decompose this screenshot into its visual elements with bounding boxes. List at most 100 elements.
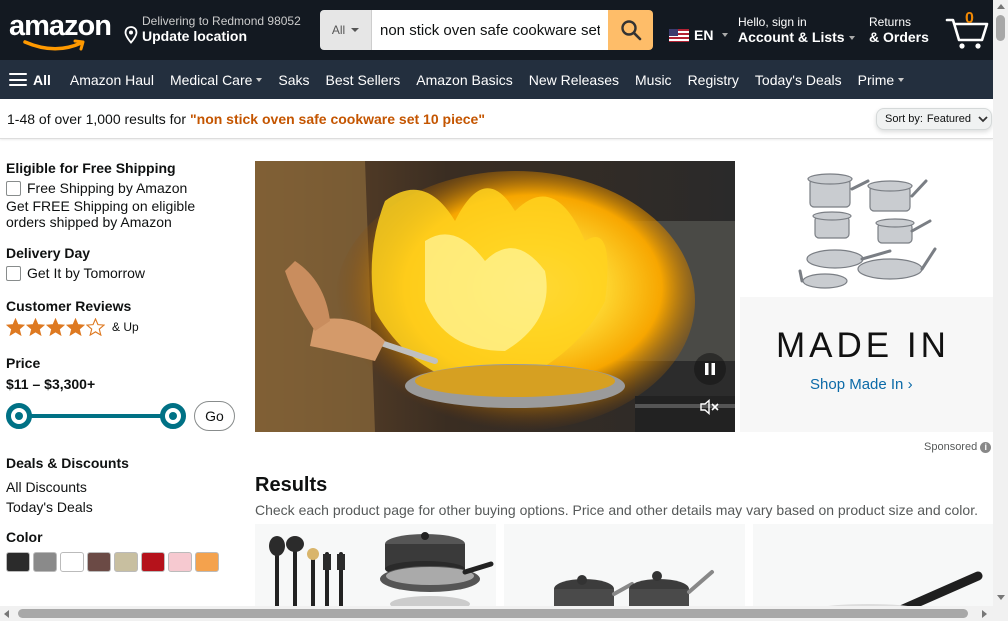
us-flag-icon [669,28,689,42]
all-menu-button[interactable]: All [9,72,51,88]
search-input[interactable] [372,10,608,50]
price-slider-min-handle[interactable] [6,403,32,429]
nav-item-music[interactable]: Music [635,72,672,88]
free-shipping-label: Free Shipping by Amazon [27,180,188,196]
vertical-scrollbar[interactable] [993,0,1008,621]
cart-count: 0 [965,10,974,27]
nav-item-best-sellers[interactable]: Best Sellers [326,72,401,88]
chevron-down-icon [978,115,988,122]
nav-item-registry[interactable]: Registry [688,72,739,88]
account-lists-row: Account & Lists [738,29,855,46]
location-line1: Delivering to Redmond 98052 [142,14,301,28]
scroll-left-arrow-icon[interactable] [4,610,9,618]
chevron-down-icon [898,77,905,82]
color-swatch[interactable] [195,552,219,572]
filter-heading-free-shipping: Eligible for Free Shipping [6,160,176,176]
nav-item-prime[interactable]: Prime [858,72,905,88]
top-nav: amazon Delivering to Redmond 98052 Updat… [0,0,993,60]
scroll-up-arrow-icon[interactable] [997,4,1005,9]
color-swatch[interactable] [141,552,165,572]
cart-button[interactable]: 0 [944,10,990,50]
delivery-location[interactable]: Delivering to Redmond 98052 Update locat… [124,14,301,48]
delivery-tomorrow-checkbox[interactable]: Get It by Tomorrow [6,265,238,281]
account-menu[interactable]: Hello, sign in Account & Lists [738,15,855,46]
checkbox-box[interactable] [6,180,21,196]
mute-button[interactable] [696,397,724,417]
amazon-search-page: amazon Delivering to Redmond 98052 Updat… [0,0,1008,621]
color-swatch[interactable] [168,552,192,572]
brand-ad[interactable]: MADE IN Shop Made In › [740,161,993,432]
cookware-image [740,161,993,297]
checkbox-box[interactable] [6,265,21,281]
price-slider-track[interactable] [19,414,173,418]
nav-item-label: Today's Deals [754,71,842,88]
product-card[interactable] [255,524,496,609]
color-swatches [6,552,226,572]
shop-made-in-link[interactable]: Shop Made In › [810,376,913,393]
reviews-suffix: & Up [112,320,139,334]
product-card[interactable] [753,524,994,609]
nav-item-amazon-basics[interactable]: Amazon Basics [416,72,512,88]
logo-text: amazon [9,10,112,42]
color-swatch[interactable] [114,552,138,572]
scroll-right-arrow-icon[interactable] [982,610,987,618]
nav-item-label: Amazon Basics [416,71,513,88]
vertical-scroll-thumb[interactable] [996,15,1005,41]
product-image [269,532,494,609]
product-image [818,571,983,609]
horizontal-scroll-thumb[interactable] [18,609,968,618]
sort-label: Sort by: [885,113,923,125]
nav-item-amazon-haul[interactable]: Amazon Haul [70,72,154,88]
free-shipping-checkbox[interactable]: Free Shipping by Amazon [6,180,238,196]
returns-line2: & Orders [869,29,929,45]
deal-link-todays-deals[interactable]: Today's Deals [6,497,238,517]
secondary-nav: All Amazon Haul Medical Care Saks Best S… [0,60,993,99]
results-subheading: Check each product page for other buying… [255,502,978,518]
nav-item-medical-care[interactable]: Medical Care [169,71,263,88]
go-label: Go [205,408,224,424]
horizontal-scrollbar[interactable] [0,606,993,621]
amazon-logo[interactable]: amazon [9,10,112,54]
nav-item-label: Medical Care [169,71,253,88]
location-pin-icon [124,26,138,44]
free-shipping-note: Get FREE Shipping on eligible orders shi… [6,198,196,230]
price-go-button[interactable]: Go [194,401,235,431]
price-slider-max-handle[interactable] [160,403,186,429]
reviews-4-up-link[interactable]: & Up [6,318,238,336]
smile-icon [23,39,85,51]
pause-icon [705,363,715,375]
all-menu-label: All [33,71,51,88]
color-swatch[interactable] [87,552,111,572]
nav-item-saks[interactable]: Saks [278,72,309,88]
pause-button[interactable] [694,353,726,385]
deal-link-all-discounts[interactable]: All Discounts [6,477,238,497]
returns-orders[interactable]: Returns & Orders [869,15,929,46]
product-card[interactable] [504,524,745,609]
scroll-down-arrow-icon[interactable] [997,595,1005,600]
nav-item-todays-deals[interactable]: Today's Deals [755,72,842,88]
results-info-bar: 1-48 of over 1,000 results for "non stic… [0,99,993,139]
search-category-select[interactable]: All [320,10,372,50]
sponsored-label[interactable]: Sponsored i [924,441,992,453]
search-category-label: All [331,23,346,37]
cookware-set-illustration [798,173,937,289]
sponsored-text: Sponsored [924,441,978,453]
color-swatch[interactable] [60,552,84,572]
nav-item-label: Prime [857,71,895,88]
filter-sidebar: Eligible for Free Shipping Free Shipping… [6,160,238,572]
nav-item-new-releases[interactable]: New Releases [529,72,619,88]
product-image [554,570,714,609]
language-selector[interactable]: EN [669,26,729,44]
search-bar: All [320,10,653,50]
search-button[interactable] [608,10,653,50]
nav-item-label: Registry [687,71,739,88]
sort-dropdown[interactable]: Sort by: Featured [876,108,992,130]
color-swatch[interactable] [6,552,30,572]
star-empty-icon [86,318,105,336]
color-swatch[interactable] [33,552,57,572]
star-filled-icon [6,318,25,336]
sponsored-video[interactable] [255,161,735,432]
account-lists-label: Account & Lists [738,29,845,45]
star-filled-icon [66,318,85,336]
filter-heading-color: Color [6,529,43,545]
